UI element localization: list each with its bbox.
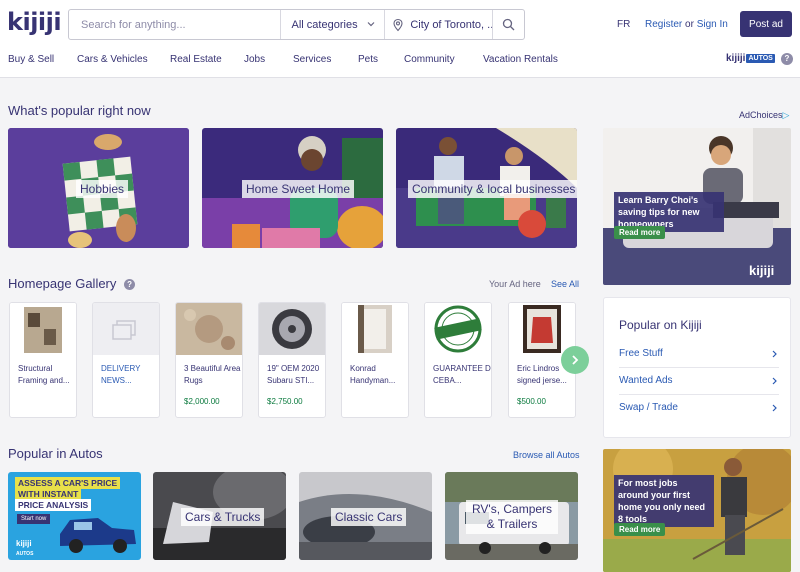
popular-on-kijiji: Popular on Kijiji Free Stuff Wanted Ads … — [603, 297, 791, 438]
tools-ad-caption: For most jobs around your first home you… — [614, 475, 714, 527]
nav-jobs[interactable]: Jobs — [244, 54, 265, 65]
gallery-item-title: 3 Beautiful Area Rugs — [184, 364, 241, 385]
browse-all-autos-link[interactable]: Browse all Autos — [513, 450, 580, 460]
see-all-link[interactable]: See All — [551, 279, 579, 289]
gallery-title-text: Homepage Gallery — [8, 276, 117, 291]
kijiji-logo[interactable]: kijiji — [7, 8, 62, 36]
homeowner-ad-cta[interactable]: Read more — [614, 226, 666, 239]
adchoices-link[interactable]: AdChoices▷ — [739, 110, 789, 121]
gallery-card[interactable]: DELIVERY NEWS... — [92, 302, 160, 418]
gallery-card[interactable]: 3 Beautiful Area Rugs $2,000.00 — [175, 302, 243, 418]
nav-services[interactable]: Services — [293, 54, 331, 65]
tile-cars-trucks-label: Cars & Trucks — [181, 508, 265, 526]
gallery-item-price: $2,000.00 — [184, 397, 220, 406]
search-bar: All categories City of Toronto, ... — [68, 9, 525, 40]
chevron-down-icon — [367, 22, 375, 27]
tile-rvs-label: RV's, Campers & Trailers — [466, 500, 558, 534]
category-nav: Buy & Sell Cars & Vehicles Real Estate J… — [0, 54, 800, 70]
popular-link-label: Wanted Ads — [619, 375, 673, 386]
nav-cars-vehicles[interactable]: Cars & Vehicles — [77, 54, 148, 65]
location-value: City of Toronto, ... — [410, 18, 493, 31]
promo-logo-word: kijiji — [16, 539, 32, 548]
chevron-right-icon — [772, 350, 777, 358]
header: kijiji All categories City of Toronto, .… — [0, 0, 800, 78]
gallery-item-price: $2,750.00 — [267, 397, 303, 406]
gallery-thumb-image — [342, 303, 408, 355]
nav-real-estate[interactable]: Real Estate — [170, 54, 222, 65]
gallery-card[interactable]: Konrad Handyman... — [341, 302, 409, 418]
promo-logo-badge: AUTOS — [16, 551, 34, 557]
register-link[interactable]: Register — [645, 19, 682, 30]
chevron-right-icon — [572, 355, 579, 365]
language-toggle[interactable]: FR — [617, 19, 630, 30]
price-analysis-promo[interactable]: ASSESS A CAR'S PRICE WITH INSTANT PRICE … — [8, 472, 141, 560]
gallery-card[interactable]: GUARANTEE D CEBA... — [424, 302, 492, 418]
approved-stamp-icon — [425, 303, 491, 355]
gallery-card[interactable]: Structural Framing and... — [9, 302, 77, 418]
tile-rvs-campers[interactable]: RV's, Campers & Trailers — [445, 472, 578, 560]
promo-kijiji-autos-logo: kijiji AUTOS — [16, 539, 33, 559]
autos-title: Popular in Autos — [8, 446, 103, 461]
popular-link-label: Swap / Trade — [619, 402, 678, 413]
gallery-item-title: Structural Framing and... — [18, 364, 70, 385]
gallery-thumb-image — [176, 303, 242, 355]
image-placeholder-icon — [93, 303, 159, 355]
gallery-item-title: Konrad Handyman... — [350, 364, 396, 385]
auth-separator: or — [682, 19, 697, 30]
autos-logo-badge: AUTOS — [746, 54, 775, 63]
nav-vacation-rentals[interactable]: Vacation Rentals — [483, 54, 558, 65]
popular-link-wanted-ads[interactable]: Wanted Ads — [619, 368, 779, 395]
tile-classic-cars[interactable]: Classic Cars — [299, 472, 432, 560]
adchoices-icon: ▷ — [782, 110, 790, 120]
popular-link-swap-trade[interactable]: Swap / Trade — [619, 395, 779, 422]
auth-links: Register or Sign In — [645, 19, 728, 30]
jersey-icon — [509, 303, 575, 355]
gallery-item-title: DELIVERY NEWS... — [101, 364, 141, 385]
search-input[interactable] — [69, 10, 280, 39]
chevron-right-icon — [772, 377, 777, 385]
location-select[interactable]: City of Toronto, ... — [384, 10, 492, 39]
kijiji-autos-logo[interactable]: kijiji AUTOS — [726, 53, 775, 64]
tools-ad[interactable]: For most jobs around your first home you… — [603, 449, 791, 572]
nav-pets[interactable]: Pets — [358, 54, 378, 65]
search-icon — [502, 18, 515, 31]
tile-community[interactable]: Community & local businesses — [396, 128, 577, 248]
info-icon[interactable]: ? — [124, 279, 136, 290]
homeowner-ad[interactable]: Learn Barry Choi's saving tips for new h… — [603, 128, 791, 285]
tile-hobbies[interactable]: Hobbies — [8, 128, 189, 248]
chevron-right-icon — [772, 404, 777, 412]
tile-classic-cars-label: Classic Cars — [331, 508, 407, 526]
gallery-thumb-image — [10, 303, 76, 355]
tile-home-sweet-home[interactable]: Home Sweet Home — [202, 128, 383, 248]
popular-on-title: Popular on Kijiji — [619, 318, 702, 332]
your-ad-here-link[interactable]: Your Ad here — [489, 279, 541, 289]
gallery-next-button[interactable] — [561, 346, 589, 374]
location-pin-icon — [393, 18, 403, 31]
gallery-title: Homepage Gallery ? — [8, 276, 136, 291]
sign-in-link[interactable]: Sign In — [697, 19, 728, 30]
help-icon[interactable]: ? — [781, 53, 793, 65]
tile-home-label: Home Sweet Home — [242, 180, 355, 198]
tools-ad-cta[interactable]: Read more — [614, 523, 666, 536]
nav-buy-sell[interactable]: Buy & Sell — [8, 54, 54, 65]
gallery-item-price: $500.00 — [517, 397, 546, 406]
gallery-item-title: 19" OEM 2020 Subaru STI... — [267, 364, 320, 385]
tile-community-label: Community & local businesses — [408, 180, 577, 198]
popular-link-free-stuff[interactable]: Free Stuff — [619, 341, 779, 368]
category-select-value: All categories — [291, 18, 358, 31]
popular-title: What's popular right now — [8, 103, 151, 118]
adchoices-text: AdChoices — [739, 110, 783, 120]
search-button[interactable] — [492, 10, 524, 39]
tile-cars-trucks[interactable]: Cars & Trucks — [153, 472, 286, 560]
autos-logo-word: kijiji — [726, 53, 746, 64]
tile-hobbies-label: Hobbies — [76, 180, 129, 198]
nav-community[interactable]: Community — [404, 54, 455, 65]
wheel-icon — [259, 303, 325, 355]
popular-link-label: Free Stuff — [619, 348, 663, 359]
post-ad-button[interactable]: Post ad — [740, 11, 792, 37]
gallery-card[interactable]: 19" OEM 2020 Subaru STI... $2,750.00 — [258, 302, 326, 418]
category-select[interactable]: All categories — [279, 10, 385, 39]
kijiji-ad-logo: kijiji — [749, 263, 775, 278]
gallery-item-title: GUARANTEE D CEBA... — [433, 364, 491, 385]
